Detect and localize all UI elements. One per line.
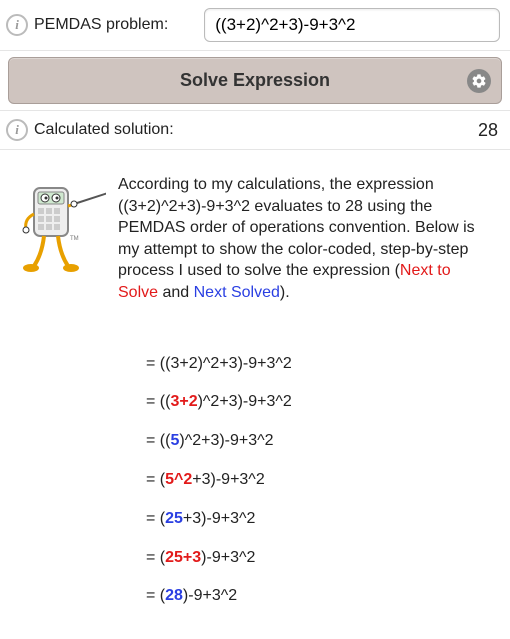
step-line: = ((5)^2+3)-9+3^2 bbox=[146, 431, 494, 452]
input-label: PEMDAS problem: bbox=[34, 16, 168, 34]
info-icon[interactable]: i bbox=[6, 119, 28, 141]
result-value: 28 bbox=[478, 120, 498, 141]
gear-icon[interactable] bbox=[467, 69, 491, 93]
next-solved-label: Next Solved bbox=[194, 284, 280, 301]
content-area: TM According to my calculations, the exp… bbox=[0, 150, 510, 635]
result-label: Calculated solution: bbox=[34, 121, 174, 139]
steps-list: = ((3+2)^2+3)-9+3^2 = ((3+2)^2+3)-9+3^2 = … bbox=[146, 354, 494, 608]
input-row: i PEMDAS problem: bbox=[0, 0, 510, 51]
mascot-image: TM bbox=[16, 174, 106, 288]
solve-button-label: Solve Expression bbox=[180, 70, 330, 90]
step-line: = (28)-9+3^2 bbox=[146, 586, 494, 607]
step-line: = ((3+2)^2+3)-9+3^2 bbox=[146, 354, 494, 375]
solve-row: Solve Expression bbox=[0, 51, 510, 111]
step-line: = ((3+2)^2+3)-9+3^2 bbox=[146, 392, 494, 413]
result-row: i Calculated solution: 28 bbox=[0, 111, 510, 150]
solve-button[interactable]: Solve Expression bbox=[8, 57, 502, 104]
step-line: = (25+3)-9+3^2 bbox=[146, 548, 494, 569]
svg-text:TM: TM bbox=[70, 236, 79, 242]
step-line: = (25+3)-9+3^2 bbox=[146, 509, 494, 530]
step-line: = (5^2+3)-9+3^2 bbox=[146, 470, 494, 491]
info-icon[interactable]: i bbox=[6, 14, 28, 36]
expression-input[interactable] bbox=[204, 8, 500, 42]
description-text: According to my calculations, the expres… bbox=[118, 174, 494, 304]
